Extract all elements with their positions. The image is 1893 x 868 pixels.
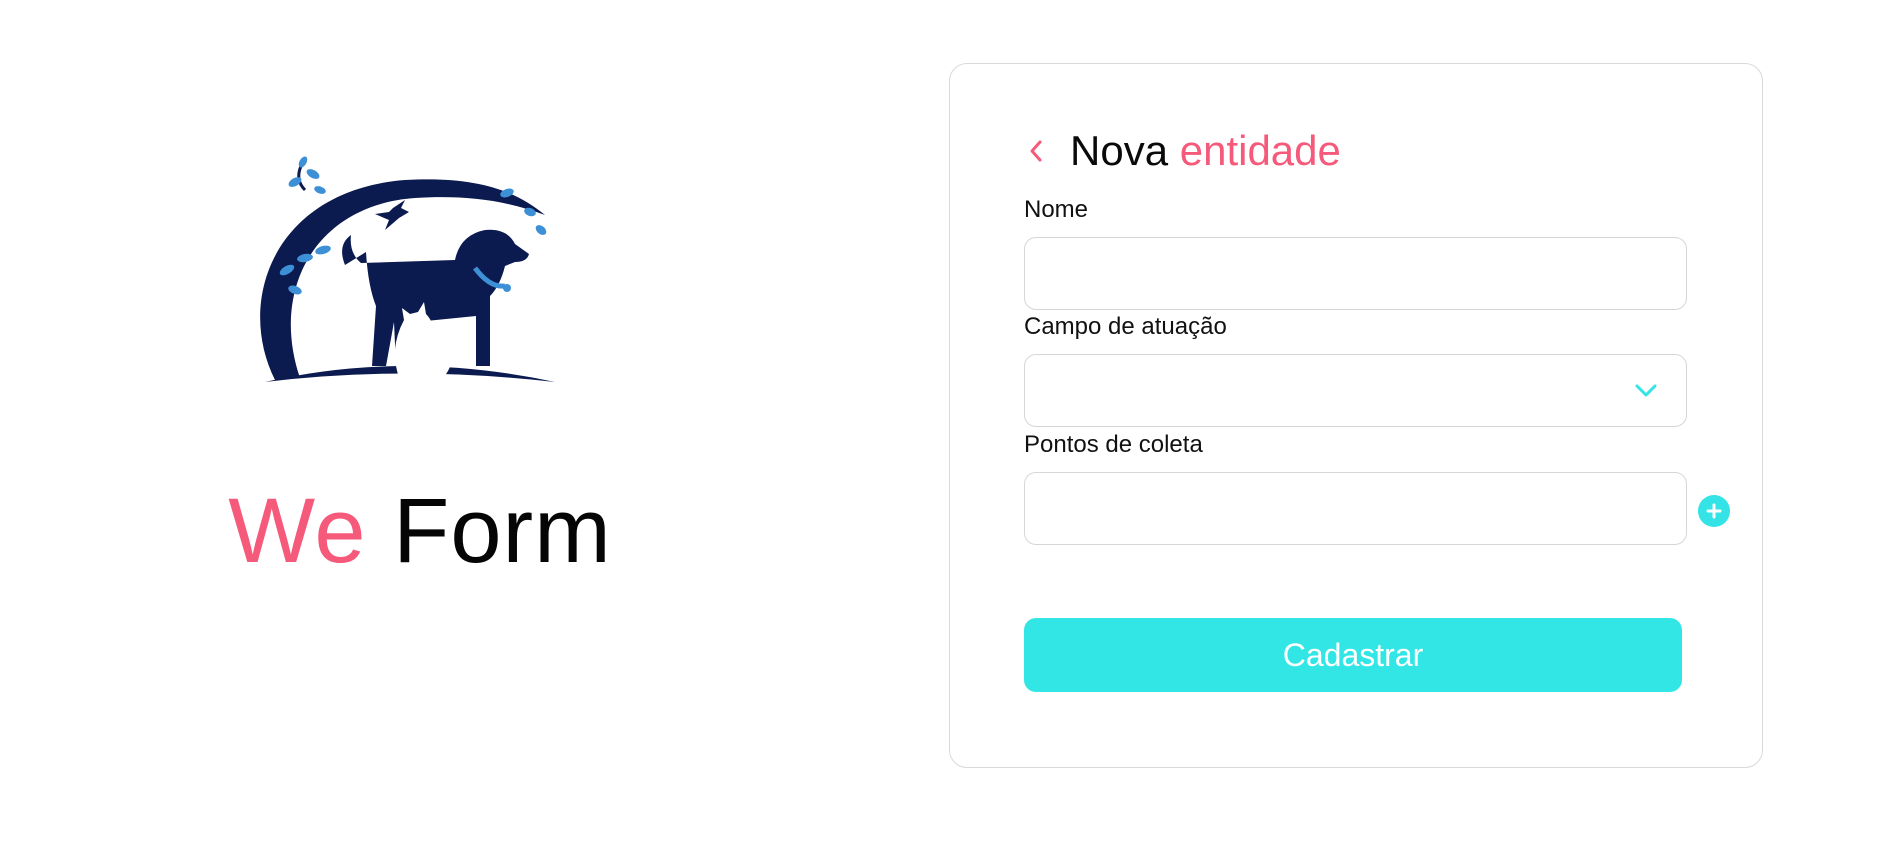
logo [130, 95, 690, 465]
form-card: Nova entidade Nome Campo de atuação Pont… [949, 63, 1763, 768]
campo-select[interactable] [1024, 354, 1687, 427]
chevron-left-icon [1030, 140, 1042, 162]
add-ponto-button[interactable] [1698, 495, 1730, 527]
pets-logo-icon [260, 156, 555, 384]
plus-icon [1706, 503, 1722, 519]
page: We Form Nova entidade Nome Campo de atua… [0, 0, 1893, 868]
nome-field-wrapper [1024, 237, 1687, 310]
pontos-field-wrapper [1024, 472, 1687, 545]
form-header: Nova entidade [1024, 126, 1341, 176]
brand-title-form: Form [393, 480, 612, 582]
nome-label: Nome [1024, 196, 1089, 223]
page-title-entidade: entidade [1179, 127, 1341, 174]
brand-title: We Form [130, 485, 710, 577]
chevron-down-icon[interactable] [1632, 377, 1660, 405]
page-title: Nova entidade [1070, 127, 1341, 175]
campo-label: Campo de atuação [1024, 313, 1227, 340]
cadastrar-button[interactable]: Cadastrar [1024, 618, 1682, 692]
page-title-nova: Nova [1070, 127, 1169, 174]
back-button[interactable] [1024, 136, 1048, 166]
pontos-label: Pontos de coleta [1024, 431, 1203, 458]
brand-section: We Form [130, 95, 690, 595]
nome-input[interactable] [1025, 238, 1686, 309]
brand-title-we: We [228, 480, 367, 582]
pontos-input[interactable] [1025, 473, 1686, 544]
